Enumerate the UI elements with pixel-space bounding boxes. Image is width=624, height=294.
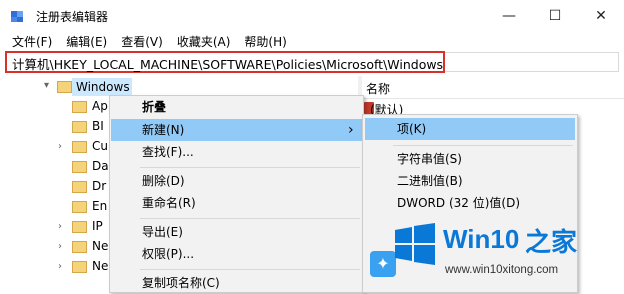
expand-right-icon[interactable]: › — [58, 261, 62, 272]
ctx-export-label: 导出(E) — [142, 225, 183, 239]
folder-icon — [72, 221, 87, 233]
maximize-button[interactable]: ☐ — [532, 0, 578, 32]
minimize-icon: — — [502, 8, 516, 24]
menu-separator — [393, 145, 573, 146]
submenu-dword-value-label: DWORD (32 位)值(D) — [397, 196, 520, 210]
column-header[interactable]: 名称 — [362, 76, 624, 99]
tree-item[interactable]: Ne — [92, 239, 108, 253]
submenu-arrow-icon: › — [348, 122, 354, 138]
menu-separator — [140, 167, 360, 168]
ctx-export[interactable]: 导出(E) — [110, 221, 363, 243]
menu-favorites[interactable]: 收藏夹(A) — [170, 32, 238, 52]
ctx-permissions-label: 权限(P)... — [142, 247, 195, 261]
close-button[interactable]: ✕ — [578, 0, 624, 32]
menu-separator — [140, 269, 360, 270]
watermark-brand: Win10 — [443, 224, 520, 254]
ctx-rename-label: 重命名(R) — [142, 196, 196, 210]
expand-right-icon[interactable]: › — [58, 141, 62, 152]
context-menu: 折叠 新建(N) › 查找(F)... 删除(D) 重命名(R) 导出(E) 权… — [109, 95, 364, 293]
submenu-string-value[interactable]: 字符串值(S) — [363, 148, 577, 170]
ctx-find-label: 查找(F)... — [142, 145, 194, 159]
submenu-binary-value[interactable]: 二进制值(B) — [363, 170, 577, 192]
watermark-url: www.win10xitong.com — [445, 264, 559, 276]
expand-down-icon[interactable]: ▾ — [44, 80, 49, 91]
tree-item[interactable]: Cu — [92, 139, 108, 153]
tree-item-windows[interactable]: Windows — [76, 80, 130, 94]
tree-item[interactable]: En — [92, 199, 107, 213]
window-title: 注册表编辑器 — [36, 10, 109, 24]
ctx-collapse-label: 折叠 — [142, 100, 167, 114]
ctx-new[interactable]: 新建(N) › — [110, 119, 363, 141]
address-bar[interactable]: 计算机\HKEY_LOCAL_MACHINE\SOFTWARE\Policies… — [5, 51, 445, 73]
submenu-binary-value-label: 二进制值(B) — [397, 174, 463, 188]
ctx-copy-key-name[interactable]: 复制项名称(C) — [110, 272, 363, 294]
tree-item[interactable]: Ap — [92, 99, 108, 113]
folder-icon — [72, 201, 87, 213]
submenu-key-label: 项(K) — [397, 122, 427, 136]
ctx-delete[interactable]: 删除(D) — [110, 170, 363, 192]
folder-icon — [72, 181, 87, 193]
tree-item[interactable]: Ne — [92, 259, 108, 273]
watermark: Win10 之家 www.win10xitong.com — [387, 220, 624, 288]
ctx-copy-key-name-label: 复制项名称(C) — [142, 276, 220, 290]
folder-icon — [72, 101, 87, 113]
watermark-brand-suffix: 之家 — [525, 228, 578, 258]
submenu-key[interactable]: 项(K) — [363, 118, 577, 140]
menu-edit[interactable]: 编辑(E) — [59, 32, 114, 52]
windows-logo-icon — [395, 223, 435, 265]
folder-icon — [72, 161, 87, 173]
folder-icon — [72, 141, 87, 153]
folder-icon — [57, 81, 72, 93]
address-bar-extension[interactable] — [445, 52, 619, 72]
submenu-string-value-label: 字符串值(S) — [397, 152, 462, 166]
ctx-new-label: 新建(N) — [142, 123, 185, 137]
menu-file[interactable]: 文件(F) — [0, 32, 59, 52]
ctx-delete-label: 删除(D) — [142, 174, 185, 188]
menu-separator — [140, 218, 360, 219]
ctx-rename[interactable]: 重命名(R) — [110, 192, 363, 214]
ctx-permissions[interactable]: 权限(P)... — [110, 243, 363, 265]
address-path: 计算机\HKEY_LOCAL_MACHINE\SOFTWARE\Policies… — [12, 57, 444, 72]
expand-right-icon[interactable]: › — [58, 241, 62, 252]
close-icon: ✕ — [595, 8, 607, 24]
folder-icon — [72, 261, 87, 273]
tree-item[interactable]: Dr — [92, 179, 106, 193]
minimize-button[interactable]: — — [486, 0, 532, 32]
menu-view[interactable]: 查看(V) — [114, 32, 170, 52]
folder-icon — [72, 241, 87, 253]
column-name-header[interactable]: 名称 — [366, 80, 390, 97]
tree-item[interactable]: IP — [92, 219, 103, 233]
menu-bar: 文件(F) 编辑(E) 查看(V) 收藏夹(A) 帮助(H) — [0, 32, 624, 52]
title-bar[interactable]: 注册表编辑器 — ☐ ✕ — [0, 0, 624, 32]
tree-item[interactable]: Da — [92, 159, 109, 173]
menu-help[interactable]: 帮助(H) — [237, 32, 293, 52]
maximize-icon: ☐ — [548, 8, 562, 24]
submenu-dword-value[interactable]: DWORD (32 位)值(D) — [363, 192, 577, 214]
ctx-collapse[interactable]: 折叠 — [110, 96, 363, 118]
registry-app-icon — [11, 11, 23, 22]
tree-item[interactable]: BI — [92, 119, 104, 133]
ctx-find[interactable]: 查找(F)... — [110, 141, 363, 163]
folder-icon — [72, 121, 87, 133]
expand-right-icon[interactable]: › — [58, 221, 62, 232]
